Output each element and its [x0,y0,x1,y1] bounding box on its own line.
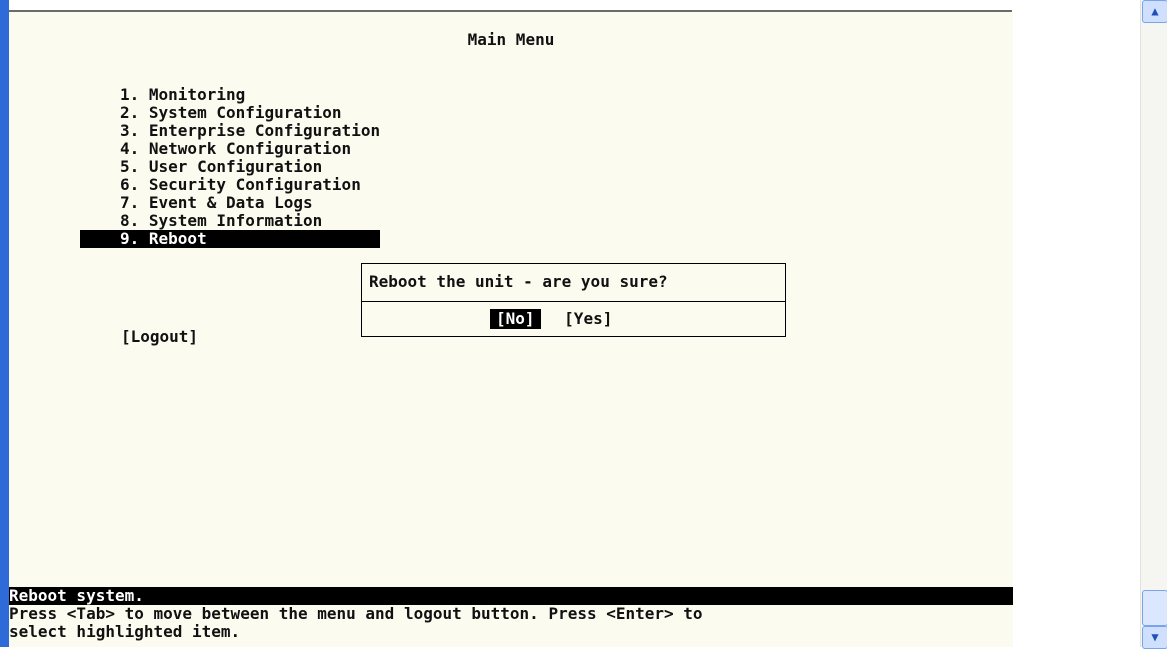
menu-item-reboot[interactable]: 9. Reboot [80,230,381,248]
chevron-up-icon[interactable]: ▲ [1142,0,1167,23]
menu-item-enterprise-configuration[interactable]: 3. Enterprise Configuration [80,122,380,140]
window-left-border [0,0,9,647]
dialog-buttons: [No] [Yes] [490,309,626,329]
reboot-confirm-dialog: Reboot the unit - are you sure? [No] [Ye… [361,263,786,337]
terminal-screen: Main Menu 1. Monitoring 2. System Config… [9,12,1013,647]
chevron-down-icon[interactable]: ▼ [1142,626,1167,649]
menu-item-user-configuration[interactable]: 5. User Configuration [80,158,380,176]
help-line-2: select highlighted item. [9,622,241,641]
menu-item-network-configuration[interactable]: 4. Network Configuration [80,140,380,158]
no-button[interactable]: [No] [490,309,541,329]
menu-item-security-configuration[interactable]: 6. Security Configuration [80,176,380,194]
scrollbar-thumb[interactable] [1142,590,1167,626]
menu-item-system-configuration[interactable]: 2. System Configuration [80,104,380,122]
dialog-message: Reboot the unit - are you sure? [369,272,668,291]
menu-item-system-information[interactable]: 8. System Information [80,212,380,230]
logout-button[interactable]: [Logout] [121,328,198,346]
terminal-window: Main Menu 1. Monitoring 2. System Config… [0,0,1167,649]
menu-item-monitoring[interactable]: 1. Monitoring [80,86,380,104]
dialog-divider [362,301,785,302]
vertical-scrollbar[interactable]: ▲ ▼ [1140,0,1167,649]
status-bar: Reboot system. [9,587,1013,605]
main-menu: 1. Monitoring 2. System Configuration 3.… [80,86,381,248]
yes-button[interactable]: [Yes] [558,309,618,329]
page-title: Main Menu [467,30,555,49]
menu-item-event-data-logs[interactable]: 7. Event & Data Logs [80,194,380,212]
help-line-1: Press <Tab> to move between the menu and… [9,604,703,623]
help-text: Press <Tab> to move between the menu and… [9,605,1013,641]
